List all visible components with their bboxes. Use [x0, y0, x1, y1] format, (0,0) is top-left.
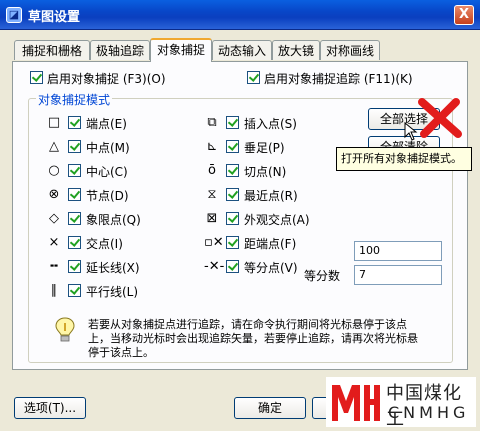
- snap_left-checkbox-6[interactable]: [68, 260, 81, 273]
- window-title: 草图设置: [28, 10, 81, 25]
- snap_left-label-0: 端点(E): [86, 117, 127, 131]
- snap_right-checkbox-6[interactable]: [226, 260, 239, 273]
- snap_right-checkbox-3[interactable]: [226, 188, 239, 201]
- divide-count-input[interactable]: 7: [354, 265, 442, 285]
- options-button[interactable]: 选项(T)...: [14, 397, 86, 419]
- lightbulb-icon: [55, 317, 75, 342]
- divide-count-label: 等分数: [304, 269, 341, 283]
- snap_left-label-3: 节点(D): [86, 189, 129, 203]
- tab-dynamic-input[interactable]: 动态输入: [212, 40, 272, 60]
- extension-icon: ╍: [50, 259, 58, 274]
- watermark-en: CNMHG: [388, 403, 470, 422]
- snap_right-checkbox-1[interactable]: [226, 140, 239, 153]
- snap_right-checkbox-4[interactable]: [226, 212, 239, 225]
- snap_right-label-6: 等分点(V): [244, 261, 298, 275]
- tab-polar-tracking[interactable]: 极轴追踪: [90, 40, 150, 60]
- x-icon: ×: [48, 235, 60, 250]
- snap_right-checkbox-5[interactable]: [226, 236, 239, 249]
- tab-snap-grid[interactable]: 捕捉和栅格: [14, 40, 90, 60]
- distance-icon: ▫✕: [204, 235, 224, 250]
- tab-symmetric-line[interactable]: 对称画线: [320, 40, 380, 60]
- snap_left-label-4: 象限点(Q): [86, 213, 141, 227]
- snap_right-label-0: 插入点(S): [244, 117, 297, 131]
- snap_left-checkbox-0[interactable]: [68, 116, 81, 129]
- hourglass-icon: ⧖: [207, 187, 217, 202]
- snap_left-label-1: 中点(M): [86, 141, 130, 155]
- tab-magnifier[interactable]: 放大镜: [272, 40, 320, 60]
- enable-tracking-label: 启用对象捕捉追踪 (F11)(K): [264, 72, 413, 86]
- enable-osnap-checkbox[interactable]: [30, 71, 43, 84]
- watermark: 中国煤化工 CNMHG: [326, 377, 476, 430]
- diamond-icon: ◇: [49, 211, 59, 226]
- enable-osnap-label: 启用对象捕捉 (F3)(O): [47, 72, 166, 86]
- snap_left-checkbox-3[interactable]: [68, 188, 81, 201]
- ok-button[interactable]: 确定: [234, 397, 306, 419]
- red-x-mark-icon: [418, 98, 462, 138]
- tooltip: 打开所有对象捕捉模式。: [336, 147, 472, 171]
- snap_right-label-3: 最近点(R): [244, 189, 298, 203]
- close-button[interactable]: X: [454, 5, 474, 25]
- hint-text: 若要从对象捕捉点进行追踪，请在命令执行期间将光标悬停于该点上，当移动光标时会出现…: [88, 318, 418, 359]
- parallel-icon: ∥: [50, 283, 58, 298]
- watermark-logo-icon: [332, 385, 380, 421]
- triangle-icon: △: [49, 139, 59, 154]
- circle-icon: ○: [48, 163, 60, 178]
- tab-object-snap[interactable]: 对象捕捉: [150, 38, 212, 62]
- snap_left-label-6: 延长线(X): [86, 261, 140, 275]
- snap_right-checkbox-2[interactable]: [226, 164, 239, 177]
- divide-icon: -✕-: [204, 259, 225, 274]
- mouse-cursor-icon: [404, 122, 418, 141]
- perpendicular-icon: ⊾: [206, 139, 218, 154]
- snap_left-checkbox-1[interactable]: [68, 140, 81, 153]
- snap_left-checkbox-7[interactable]: [68, 284, 81, 297]
- snap_left-checkbox-5[interactable]: [68, 236, 81, 249]
- snap_left-label-5: 交点(I): [86, 237, 123, 251]
- app-icon: ◪: [6, 7, 22, 23]
- snap_right-checkbox-0[interactable]: [226, 116, 239, 129]
- snap_left-checkbox-4[interactable]: [68, 212, 81, 225]
- snap-mode-title: 对象捕捉模式: [36, 91, 113, 108]
- snap_left-label-7: 平行线(L): [86, 285, 139, 299]
- snap_left-label-2: 中心(C): [86, 165, 128, 179]
- enable-tracking-checkbox[interactable]: [247, 71, 260, 84]
- snap_right-label-5: 距端点(F): [244, 237, 297, 251]
- tangent-icon: ō: [208, 163, 216, 178]
- snap_right-label-4: 外观交点(A): [244, 213, 310, 227]
- circle-x-icon: ⊗: [48, 187, 60, 202]
- snap_right-label-1: 垂足(P): [244, 141, 285, 155]
- snap_right-label-2: 切点(N): [244, 165, 287, 179]
- insert-icon: ⧉: [207, 115, 217, 130]
- square-icon: □: [47, 115, 61, 130]
- title-bar: ◪ 草图设置 X: [0, 0, 480, 30]
- box-x-icon: ⊠: [206, 211, 218, 226]
- snap_left-checkbox-2[interactable]: [68, 164, 81, 177]
- distance-input[interactable]: 100: [354, 241, 442, 261]
